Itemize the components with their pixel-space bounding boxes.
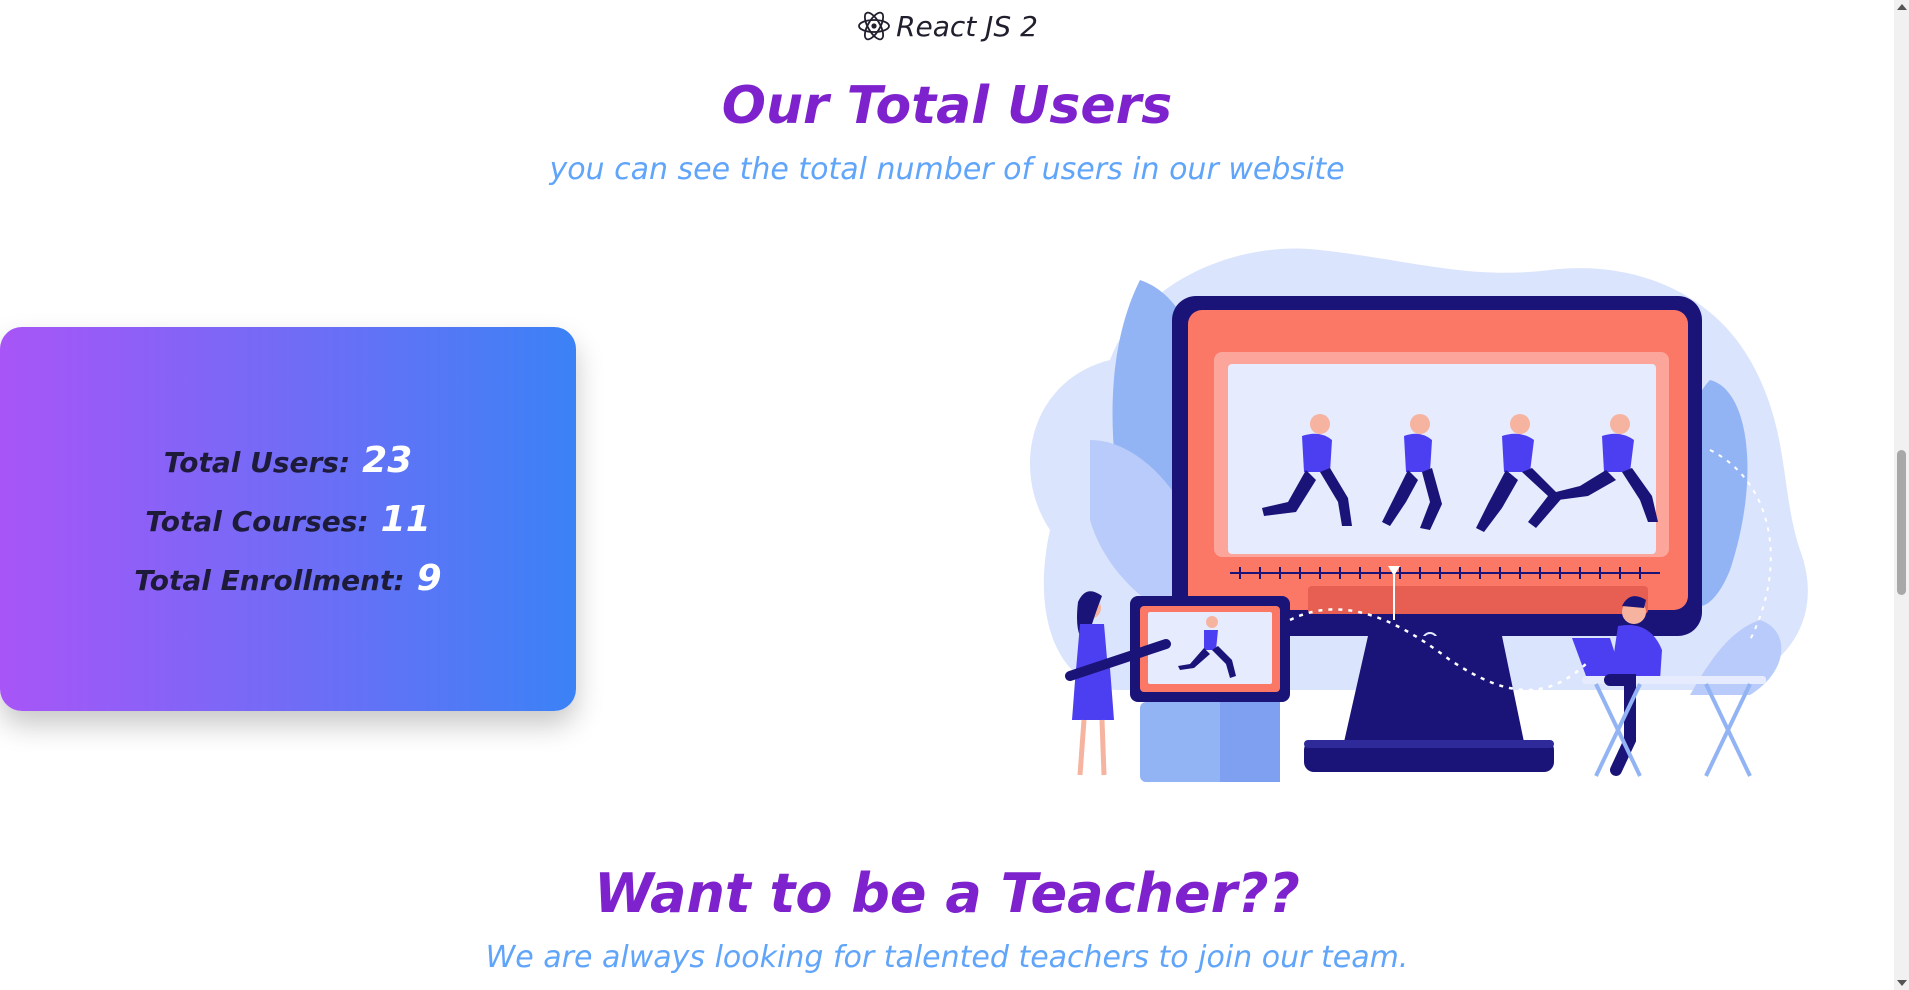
- stat-value: 11: [380, 498, 431, 540]
- stat-value: 9: [416, 557, 442, 599]
- stat-label: Total Courses:: [145, 504, 369, 538]
- scrollbar-thumb[interactable]: [1897, 450, 1906, 595]
- stat-value: 23: [362, 439, 413, 481]
- stats-card: Total Users: 23 Total Courses: 11 Total …: [0, 327, 576, 711]
- teacher-section-title: Want to be a Teacher??: [594, 862, 1300, 925]
- video-editing-illustration: [1030, 248, 1808, 782]
- stat-total-courses: Total Courses: 11: [145, 499, 431, 540]
- stat-total-enrollment: Total Enrollment: 9: [134, 558, 441, 599]
- stat-label: Total Enrollment:: [134, 563, 405, 597]
- stat-label: Total Users:: [163, 445, 351, 479]
- page-scrollbar[interactable]: [1894, 0, 1909, 990]
- stat-total-users: Total Users: 23: [164, 440, 413, 481]
- users-section-subtitle: you can see the total number of users in…: [549, 152, 1345, 187]
- scroll-up-arrow-icon[interactable]: [1897, 4, 1907, 10]
- react-atom-icon: [858, 11, 890, 41]
- course-chip-label: React JS 2: [896, 9, 1038, 43]
- users-section-title: Our Total Users: [721, 76, 1173, 136]
- teacher-section-subtitle: We are always looking for talented teach…: [485, 940, 1409, 975]
- course-chip[interactable]: React JS 2: [0, 8, 1894, 44]
- scroll-down-arrow-icon[interactable]: [1897, 980, 1907, 986]
